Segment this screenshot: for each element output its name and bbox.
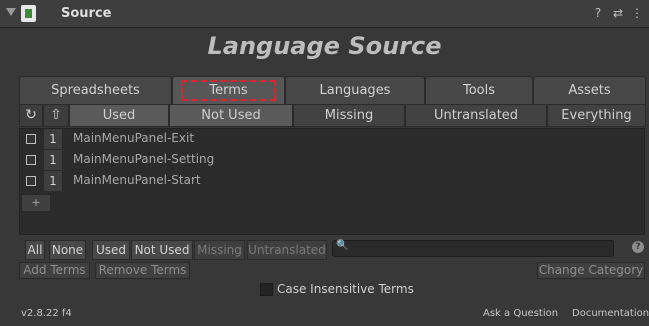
ask-question-link[interactable]: Ask a Question — [483, 308, 558, 319]
help-icon[interactable]: ? — [591, 6, 605, 20]
page-title: Language Source — [207, 32, 442, 60]
show-untranslated-button[interactable]: Untranslated — [247, 240, 327, 260]
highlight-box — [181, 80, 276, 101]
case-insensitive-checkbox[interactable] — [260, 283, 273, 296]
filter-used[interactable]: Used — [69, 104, 169, 127]
tab-terms[interactable]: Terms — [172, 76, 285, 104]
usage-count: 1 — [44, 150, 62, 170]
filter-missing[interactable]: Missing — [293, 104, 405, 127]
term-name[interactable]: MainMenuPanel-Start — [73, 173, 201, 187]
add-term-button[interactable]: + — [21, 194, 51, 212]
list-item[interactable]: 1 MainMenuPanel-Start — [20, 171, 644, 191]
show-not-used-button[interactable]: Not Used — [131, 240, 193, 260]
show-missing-button[interactable]: Missing — [194, 240, 245, 260]
select-none-button[interactable]: None — [49, 240, 86, 260]
filter-everything[interactable]: Everything — [547, 104, 646, 127]
show-used-button[interactable]: Used — [92, 240, 130, 260]
presets-icon[interactable]: ⇄ — [611, 6, 625, 20]
component-title: Source — [61, 6, 112, 21]
foldout-arrow-icon[interactable] — [6, 8, 16, 16]
refresh-icon[interactable]: ↻ — [19, 104, 43, 127]
component-icon — [21, 5, 36, 22]
change-category-button[interactable]: Change Category — [537, 262, 645, 279]
remove-terms-button[interactable]: Remove Terms — [95, 262, 190, 279]
filter-not-used[interactable]: Not Used — [169, 104, 293, 127]
add-terms-button[interactable]: Add Terms — [19, 262, 90, 279]
row-checkbox[interactable] — [26, 176, 36, 186]
search-icon: 🔍 — [336, 240, 349, 251]
row-checkbox[interactable] — [26, 134, 36, 144]
help-icon[interactable]: ? — [632, 241, 644, 253]
tab-tools[interactable]: Tools — [425, 76, 533, 104]
case-insensitive-label: Case Insensitive Terms — [277, 282, 414, 296]
up-arrow-icon[interactable]: ⇧ — [43, 104, 69, 127]
row-checkbox[interactable] — [26, 155, 36, 165]
version-label: v2.8.22 f4 — [21, 308, 72, 319]
tab-languages[interactable]: Languages — [285, 76, 425, 104]
usage-count: 1 — [44, 171, 62, 191]
search-input[interactable] — [332, 240, 614, 257]
inspector-header: Source ? ⇄ ⋮ — [0, 0, 649, 28]
term-name[interactable]: MainMenuPanel-Setting — [73, 152, 214, 166]
usage-count: 1 — [44, 129, 62, 149]
list-item[interactable]: 1 MainMenuPanel-Setting — [20, 150, 644, 170]
filter-untranslated[interactable]: Untranslated — [405, 104, 547, 127]
tab-assets[interactable]: Assets — [533, 76, 646, 104]
tab-spreadsheets[interactable]: Spreadsheets — [19, 76, 172, 104]
term-name[interactable]: MainMenuPanel-Exit — [73, 131, 194, 145]
list-item[interactable]: 1 MainMenuPanel-Exit — [20, 129, 644, 149]
documentation-link[interactable]: Documentation — [572, 308, 649, 319]
kebab-menu-icon[interactable]: ⋮ — [630, 6, 644, 20]
select-all-button[interactable]: All — [25, 240, 45, 260]
